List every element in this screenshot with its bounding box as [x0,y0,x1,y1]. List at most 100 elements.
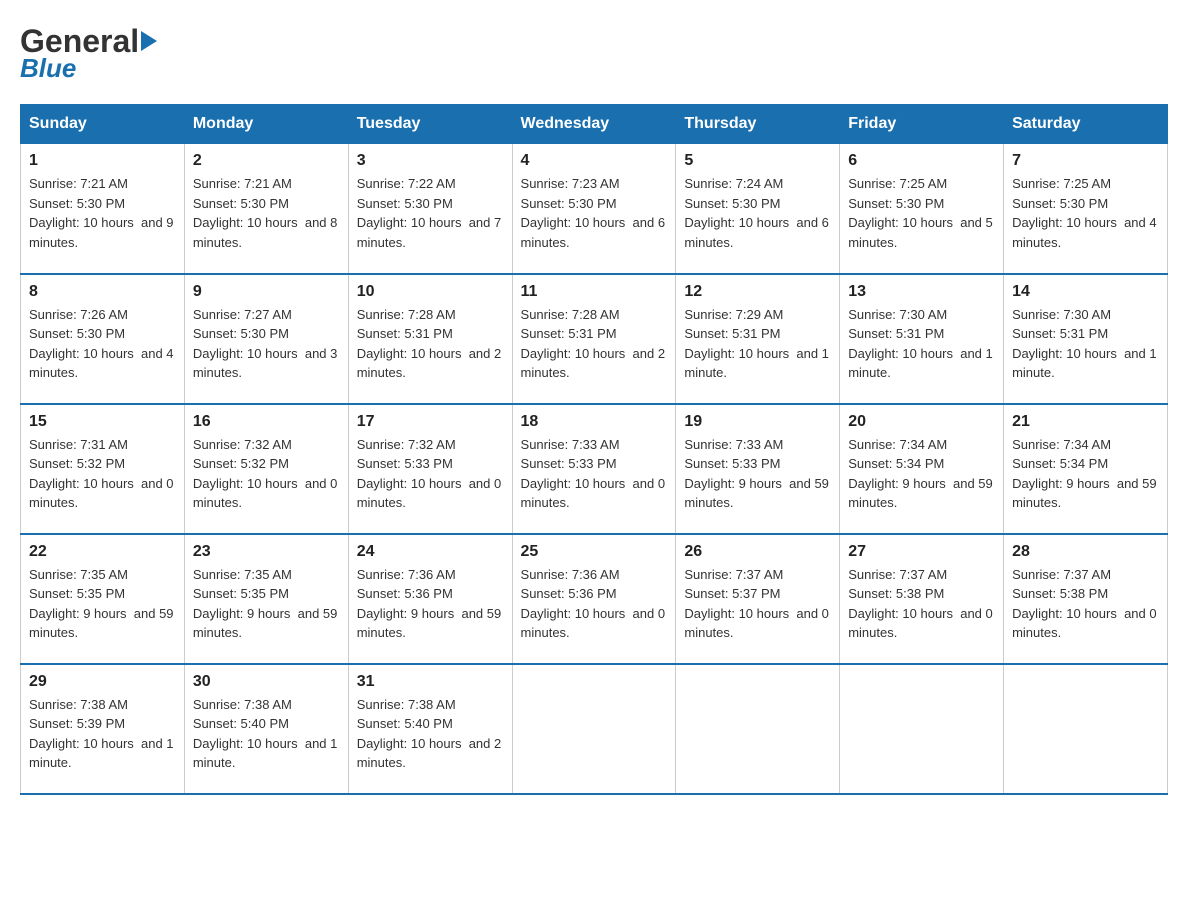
day-number: 29 [29,673,176,691]
day-number: 15 [29,413,176,431]
day-info: Sunrise: 7:25 AMSunset: 5:30 PMDaylight:… [1012,174,1159,252]
calendar-cell: 23 Sunrise: 7:35 AMSunset: 5:35 PMDaylig… [184,534,348,664]
day-number: 5 [684,152,831,170]
calendar-cell: 10 Sunrise: 7:28 AMSunset: 5:31 PMDaylig… [348,274,512,404]
day-info: Sunrise: 7:35 AMSunset: 5:35 PMDaylight:… [193,565,340,643]
calendar-cell: 24 Sunrise: 7:36 AMSunset: 5:36 PMDaylig… [348,534,512,664]
day-number: 27 [848,543,995,561]
day-info: Sunrise: 7:31 AMSunset: 5:32 PMDaylight:… [29,435,176,513]
day-number: 8 [29,283,176,301]
day-number: 17 [357,413,504,431]
day-info: Sunrise: 7:28 AMSunset: 5:31 PMDaylight:… [357,305,504,383]
header-monday: Monday [184,105,348,144]
page-header: General Blue [20,20,1168,84]
day-info: Sunrise: 7:33 AMSunset: 5:33 PMDaylight:… [521,435,668,513]
calendar-cell: 22 Sunrise: 7:35 AMSunset: 5:35 PMDaylig… [21,534,185,664]
header-friday: Friday [840,105,1004,144]
day-number: 24 [357,543,504,561]
header-saturday: Saturday [1004,105,1168,144]
calendar-cell: 7 Sunrise: 7:25 AMSunset: 5:30 PMDayligh… [1004,144,1168,274]
day-number: 16 [193,413,340,431]
logo-blue-label: Blue [20,53,76,84]
day-number: 7 [1012,152,1159,170]
header-tuesday: Tuesday [348,105,512,144]
day-number: 19 [684,413,831,431]
calendar-week-row: 15 Sunrise: 7:31 AMSunset: 5:32 PMDaylig… [21,404,1168,534]
day-number: 31 [357,673,504,691]
day-number: 20 [848,413,995,431]
calendar-cell: 1 Sunrise: 7:21 AMSunset: 5:30 PMDayligh… [21,144,185,274]
day-number: 3 [357,152,504,170]
day-info: Sunrise: 7:37 AMSunset: 5:38 PMDaylight:… [1012,565,1159,643]
calendar-cell: 8 Sunrise: 7:26 AMSunset: 5:30 PMDayligh… [21,274,185,404]
header-sunday: Sunday [21,105,185,144]
day-info: Sunrise: 7:29 AMSunset: 5:31 PMDaylight:… [684,305,831,383]
day-info: Sunrise: 7:21 AMSunset: 5:30 PMDaylight:… [193,174,340,252]
header-thursday: Thursday [676,105,840,144]
header-wednesday: Wednesday [512,105,676,144]
day-info: Sunrise: 7:36 AMSunset: 5:36 PMDaylight:… [357,565,504,643]
day-number: 1 [29,152,176,170]
logo-arrow-icon [141,31,157,51]
day-info: Sunrise: 7:35 AMSunset: 5:35 PMDaylight:… [29,565,176,643]
day-info: Sunrise: 7:27 AMSunset: 5:30 PMDaylight:… [193,305,340,383]
day-number: 12 [684,283,831,301]
calendar-cell: 18 Sunrise: 7:33 AMSunset: 5:33 PMDaylig… [512,404,676,534]
calendar-cell [1004,664,1168,794]
calendar-cell: 17 Sunrise: 7:32 AMSunset: 5:33 PMDaylig… [348,404,512,534]
day-info: Sunrise: 7:30 AMSunset: 5:31 PMDaylight:… [848,305,995,383]
calendar-cell: 28 Sunrise: 7:37 AMSunset: 5:38 PMDaylig… [1004,534,1168,664]
day-number: 23 [193,543,340,561]
day-info: Sunrise: 7:25 AMSunset: 5:30 PMDaylight:… [848,174,995,252]
calendar-table: SundayMondayTuesdayWednesdayThursdayFrid… [20,104,1168,795]
day-info: Sunrise: 7:23 AMSunset: 5:30 PMDaylight:… [521,174,668,252]
calendar-cell: 19 Sunrise: 7:33 AMSunset: 5:33 PMDaylig… [676,404,840,534]
day-info: Sunrise: 7:28 AMSunset: 5:31 PMDaylight:… [521,305,668,383]
day-number: 13 [848,283,995,301]
calendar-cell: 3 Sunrise: 7:22 AMSunset: 5:30 PMDayligh… [348,144,512,274]
calendar-cell: 26 Sunrise: 7:37 AMSunset: 5:37 PMDaylig… [676,534,840,664]
calendar-cell: 21 Sunrise: 7:34 AMSunset: 5:34 PMDaylig… [1004,404,1168,534]
calendar-header-row: SundayMondayTuesdayWednesdayThursdayFrid… [21,105,1168,144]
day-info: Sunrise: 7:38 AMSunset: 5:40 PMDaylight:… [357,695,504,773]
day-number: 22 [29,543,176,561]
day-info: Sunrise: 7:30 AMSunset: 5:31 PMDaylight:… [1012,305,1159,383]
calendar-cell: 29 Sunrise: 7:38 AMSunset: 5:39 PMDaylig… [21,664,185,794]
calendar-cell: 11 Sunrise: 7:28 AMSunset: 5:31 PMDaylig… [512,274,676,404]
logo: General Blue [20,20,159,84]
day-info: Sunrise: 7:21 AMSunset: 5:30 PMDaylight:… [29,174,176,252]
day-info: Sunrise: 7:24 AMSunset: 5:30 PMDaylight:… [684,174,831,252]
calendar-week-row: 8 Sunrise: 7:26 AMSunset: 5:30 PMDayligh… [21,274,1168,404]
calendar-cell: 20 Sunrise: 7:34 AMSunset: 5:34 PMDaylig… [840,404,1004,534]
day-info: Sunrise: 7:37 AMSunset: 5:38 PMDaylight:… [848,565,995,643]
day-number: 6 [848,152,995,170]
calendar-cell: 12 Sunrise: 7:29 AMSunset: 5:31 PMDaylig… [676,274,840,404]
calendar-cell: 9 Sunrise: 7:27 AMSunset: 5:30 PMDayligh… [184,274,348,404]
day-number: 28 [1012,543,1159,561]
calendar-cell: 25 Sunrise: 7:36 AMSunset: 5:36 PMDaylig… [512,534,676,664]
day-info: Sunrise: 7:22 AMSunset: 5:30 PMDaylight:… [357,174,504,252]
day-number: 11 [521,283,668,301]
calendar-cell: 14 Sunrise: 7:30 AMSunset: 5:31 PMDaylig… [1004,274,1168,404]
day-number: 21 [1012,413,1159,431]
calendar-cell: 15 Sunrise: 7:31 AMSunset: 5:32 PMDaylig… [21,404,185,534]
calendar-week-row: 29 Sunrise: 7:38 AMSunset: 5:39 PMDaylig… [21,664,1168,794]
calendar-week-row: 22 Sunrise: 7:35 AMSunset: 5:35 PMDaylig… [21,534,1168,664]
day-number: 30 [193,673,340,691]
day-info: Sunrise: 7:38 AMSunset: 5:39 PMDaylight:… [29,695,176,773]
day-info: Sunrise: 7:32 AMSunset: 5:32 PMDaylight:… [193,435,340,513]
day-number: 14 [1012,283,1159,301]
day-info: Sunrise: 7:26 AMSunset: 5:30 PMDaylight:… [29,305,176,383]
day-info: Sunrise: 7:33 AMSunset: 5:33 PMDaylight:… [684,435,831,513]
day-number: 10 [357,283,504,301]
calendar-cell: 13 Sunrise: 7:30 AMSunset: 5:31 PMDaylig… [840,274,1004,404]
calendar-cell [840,664,1004,794]
day-number: 18 [521,413,668,431]
day-info: Sunrise: 7:37 AMSunset: 5:37 PMDaylight:… [684,565,831,643]
day-info: Sunrise: 7:32 AMSunset: 5:33 PMDaylight:… [357,435,504,513]
day-info: Sunrise: 7:38 AMSunset: 5:40 PMDaylight:… [193,695,340,773]
calendar-cell: 30 Sunrise: 7:38 AMSunset: 5:40 PMDaylig… [184,664,348,794]
day-info: Sunrise: 7:34 AMSunset: 5:34 PMDaylight:… [1012,435,1159,513]
calendar-cell: 27 Sunrise: 7:37 AMSunset: 5:38 PMDaylig… [840,534,1004,664]
calendar-week-row: 1 Sunrise: 7:21 AMSunset: 5:30 PMDayligh… [21,144,1168,274]
